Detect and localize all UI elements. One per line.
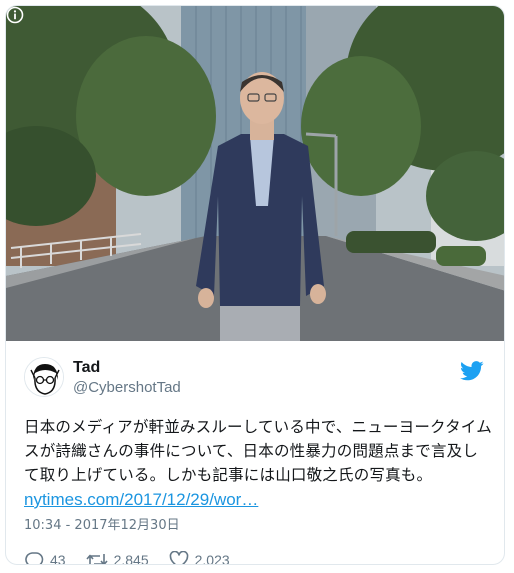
twitter-bird-icon[interactable]	[460, 361, 484, 381]
like-button[interactable]: 2,023	[169, 551, 230, 565]
tweet-photo[interactable]	[6, 6, 504, 341]
tweet-link[interactable]: nytimes.com/2017/12/29/wor…	[24, 489, 258, 511]
tweet-text: 日本のメディアが軒並みスルーしている中で、ニューヨークタイムスが詩織さんの事件に…	[24, 418, 492, 484]
reply-icon	[25, 552, 44, 564]
tweet-body: Tad @CybershotTad 日本のメディアが軒並みスルーしている中で、ニ…	[6, 341, 504, 565]
user-handle[interactable]: @CybershotTad	[73, 378, 181, 397]
reply-button[interactable]: 43	[24, 551, 66, 565]
author-names: Tad @CybershotTad	[73, 358, 181, 397]
reply-count: 43	[50, 552, 66, 565]
retweet-button[interactable]: 2,845	[85, 551, 149, 565]
avatar[interactable]	[24, 357, 64, 397]
retweet-icon	[85, 554, 108, 564]
retweet-count: 2,845	[113, 552, 149, 565]
tweet-timestamp[interactable]: 10:34 - 2017年12月30日	[24, 517, 486, 535]
tweet-actions: 43 2,845 2,023	[24, 549, 486, 565]
like-count: 2,023	[194, 552, 230, 565]
street-portrait-image	[6, 6, 504, 341]
info-icon[interactable]	[6, 6, 24, 24]
tweet-card[interactable]: Tad @CybershotTad 日本のメディアが軒並みスルーしている中で、ニ…	[5, 5, 505, 565]
tweet-header: Tad @CybershotTad	[24, 355, 486, 399]
display-name[interactable]: Tad	[73, 358, 181, 378]
avatar-illustration	[25, 358, 63, 396]
heart-icon	[169, 551, 188, 564]
